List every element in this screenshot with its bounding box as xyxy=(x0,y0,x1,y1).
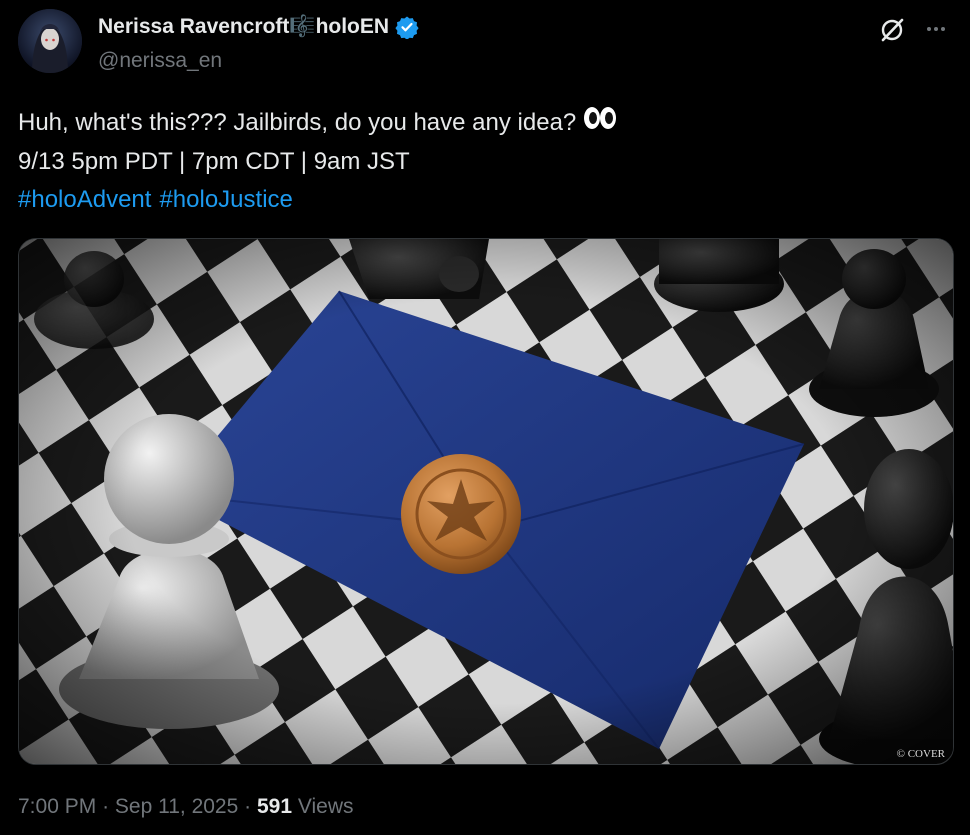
post-text-line-1: Huh, what's this??? Jailbirds, do you ha… xyxy=(18,104,618,143)
image-credit: © COVER xyxy=(896,748,945,760)
meta-separator: · xyxy=(102,795,110,818)
post-date[interactable]: Sep 11, 2025 xyxy=(115,795,238,818)
post-time[interactable]: 7:00 PM xyxy=(18,795,96,818)
post-media-image[interactable]: © COVER xyxy=(18,238,954,765)
hashtag-link[interactable]: #holoJustice xyxy=(159,186,292,213)
views-label: Views xyxy=(297,795,354,818)
post-text: Huh, what's this??? Jailbirds, do you ha… xyxy=(18,104,618,219)
post-hashtags: #holoAdvent #holoJustice xyxy=(18,181,618,219)
handle[interactable]: @nerissa_en xyxy=(98,49,222,73)
views-count: 591 xyxy=(256,795,293,818)
eyes-emoji-icon xyxy=(582,105,618,143)
post-meta: 7:00 PM · Sep 11, 2025 · 591 Views xyxy=(18,795,354,819)
post-text-line-2: 9/13 5pm PDT | 7pm CDT | 9am JST xyxy=(18,147,410,175)
grok-icon[interactable] xyxy=(875,13,909,47)
avatar[interactable] xyxy=(18,9,82,73)
verified-badge-icon xyxy=(395,15,419,40)
hashtag-link[interactable]: #holoAdvent xyxy=(18,186,151,213)
post-header: Nerissa Ravencroft🎼holoEN @nerissa_en xyxy=(18,9,958,79)
meta-separator: · xyxy=(244,795,252,818)
post-text-main: Huh, what's this??? Jailbirds, do you ha… xyxy=(18,109,577,136)
display-name[interactable]: Nerissa Ravencroft🎼holoEN xyxy=(98,15,389,39)
more-icon[interactable] xyxy=(918,11,954,47)
